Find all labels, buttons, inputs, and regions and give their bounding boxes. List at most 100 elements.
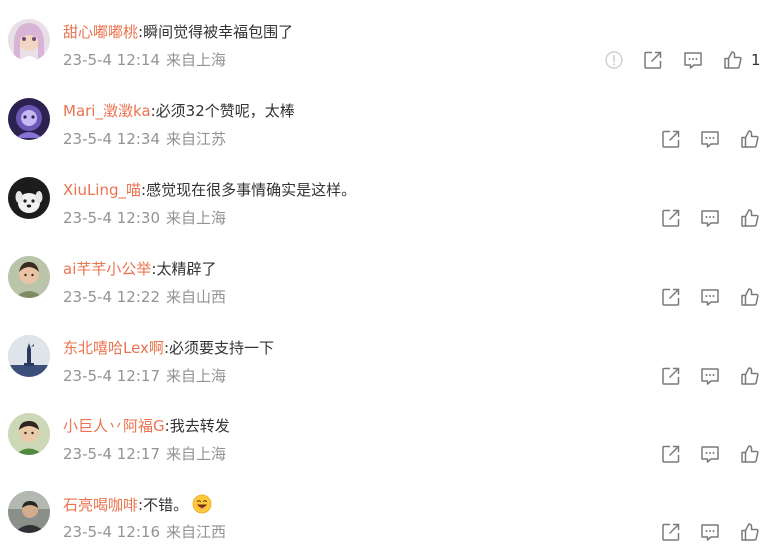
comment-content: 不错。 (143, 496, 189, 514)
share-button[interactable] (659, 442, 683, 466)
like-button[interactable] (738, 285, 762, 309)
comment-icon (701, 524, 719, 541)
share-button[interactable] (659, 206, 683, 230)
like-button[interactable] (738, 442, 762, 466)
comment-item: 东北嘻哈Lex啊:必须要支持一下 23-5-4 12:17 来自上海 (0, 335, 763, 413)
comment-username[interactable]: 石亮喝咖啡 (63, 496, 138, 514)
grin-emoji-icon (192, 494, 212, 514)
reply-button[interactable] (698, 285, 722, 309)
comment-timestamp: 23-5-4 12:34 (63, 130, 160, 148)
share-icon (662, 445, 680, 463)
comment-actions (658, 442, 763, 466)
comment-text-line: ai芊芊小公举:太精辟了 (63, 259, 216, 279)
reply-button[interactable] (698, 442, 722, 466)
comment-icon (701, 368, 719, 385)
avatar[interactable] (8, 491, 50, 533)
comment-timestamp: 23-5-4 12:16 (63, 523, 160, 541)
thumbs-up-icon (741, 523, 759, 541)
share-icon (644, 51, 662, 69)
comment-location: 来自上海 (166, 367, 227, 385)
comment-timestamp: 23-5-4 12:17 (63, 367, 160, 385)
comment-username[interactable]: XiuLing_喵 (63, 181, 141, 199)
comment-location: 来自上海 (166, 445, 227, 463)
thumbs-up-icon (741, 130, 759, 148)
avatar-anime-girl-icon (8, 19, 50, 61)
share-icon (662, 209, 680, 227)
comment-text-line: 小巨人丷阿福G:我去转发 (63, 416, 230, 436)
report-icon (605, 51, 623, 69)
avatar-child-green-icon (8, 413, 50, 455)
comment-timestamp: 23-5-4 12:14 (63, 51, 160, 69)
share-button[interactable] (659, 520, 683, 544)
like-button[interactable] (721, 48, 745, 72)
share-button[interactable] (641, 48, 665, 72)
reply-button[interactable] (681, 48, 705, 72)
comment-text-line: Mari_澂澂ka:必须32个赞呢，太棒 (63, 101, 295, 121)
comment-meta: 23-5-4 12:17 来自上海 (63, 444, 226, 464)
comment-location: 来自上海 (166, 209, 227, 227)
share-icon (662, 367, 680, 385)
like-count: 1 (751, 51, 761, 69)
share-icon (662, 288, 680, 306)
avatar[interactable] (8, 413, 50, 455)
comment-username[interactable]: Mari_澂澂ka (63, 102, 151, 120)
comment-meta: 23-5-4 12:14 来自上海 (63, 50, 226, 70)
comment-actions: 1 (600, 48, 761, 72)
comment-actions (658, 127, 763, 151)
comment-content: 太精辟了 (156, 260, 217, 278)
comment-meta: 23-5-4 12:16 来自江西 (63, 522, 226, 542)
comment-timestamp: 23-5-4 12:22 (63, 288, 160, 306)
comment-text-line: 甜心嘟嘟桃:瞬间觉得被幸福包围了 (63, 22, 293, 42)
comment-content: 我去转发 (169, 417, 230, 435)
comment-list: 甜心嘟嘟桃:瞬间觉得被幸福包围了 23-5-4 12:14 来自上海 1 Mar… (0, 0, 763, 557)
avatar[interactable] (8, 256, 50, 298)
like-button[interactable] (738, 127, 762, 151)
like-button[interactable] (738, 364, 762, 388)
comment-item: 石亮喝咖啡:不错。 23-5-4 12:16 来自江西 (0, 491, 763, 557)
share-button[interactable] (659, 364, 683, 388)
comment-icon (701, 446, 719, 463)
avatar[interactable] (8, 335, 50, 377)
comment-meta: 23-5-4 12:22 来自山西 (63, 287, 226, 307)
comment-timestamp: 23-5-4 12:30 (63, 209, 160, 227)
reply-button[interactable] (698, 364, 722, 388)
like-button[interactable] (738, 206, 762, 230)
reply-button[interactable] (698, 206, 722, 230)
comment-item: XiuLing_喵:感觉现在很多事情确实是这样。 23-5-4 12:30 来自上… (0, 177, 763, 255)
comment-item: ai芊芊小公举:太精辟了 23-5-4 12:22 来自山西 (0, 256, 763, 334)
avatar-statue-icon (8, 335, 50, 377)
like-button[interactable] (738, 520, 762, 544)
comment-meta: 23-5-4 12:17 来自上海 (63, 366, 226, 386)
comment-actions (658, 285, 763, 309)
comment-content: 感觉现在很多事情确实是这样。 (146, 181, 357, 199)
share-button[interactable] (659, 285, 683, 309)
comment-username[interactable]: 甜心嘟嘟桃 (63, 23, 138, 41)
thumbs-up-icon (741, 288, 759, 306)
comment-username[interactable]: 东北嘻哈Lex啊 (63, 339, 164, 357)
comment-content: 瞬间觉得被幸福包围了 (143, 23, 294, 41)
comment-item: Mari_澂澂ka:必须32个赞呢，太棒 23-5-4 12:34 来自江苏 (0, 98, 763, 176)
avatar-man-photo-icon (8, 491, 50, 533)
avatar[interactable] (8, 177, 50, 219)
comment-icon (701, 210, 719, 227)
thumbs-up-icon (741, 445, 759, 463)
comment-username[interactable]: ai芊芊小公举 (63, 260, 151, 278)
comment-location: 来自江西 (166, 523, 227, 541)
thumbs-up-icon (741, 209, 759, 227)
comment-location: 来自江苏 (166, 130, 227, 148)
comment-icon (701, 289, 719, 306)
avatar[interactable] (8, 98, 50, 140)
report-button[interactable] (602, 48, 626, 72)
avatar-dark-dog-icon (8, 177, 50, 219)
comment-timestamp: 23-5-4 12:17 (63, 445, 160, 463)
reply-button[interactable] (698, 127, 722, 151)
comment-username[interactable]: 小巨人丷阿福G (63, 417, 165, 435)
share-icon (662, 130, 680, 148)
comment-icon (701, 131, 719, 148)
share-icon (662, 523, 680, 541)
comment-text-line: 东北嘻哈Lex啊:必须要支持一下 (63, 338, 274, 358)
comment-content: 必须32个赞呢，太棒 (155, 102, 295, 120)
reply-button[interactable] (698, 520, 722, 544)
avatar[interactable] (8, 19, 50, 61)
share-button[interactable] (659, 127, 683, 151)
